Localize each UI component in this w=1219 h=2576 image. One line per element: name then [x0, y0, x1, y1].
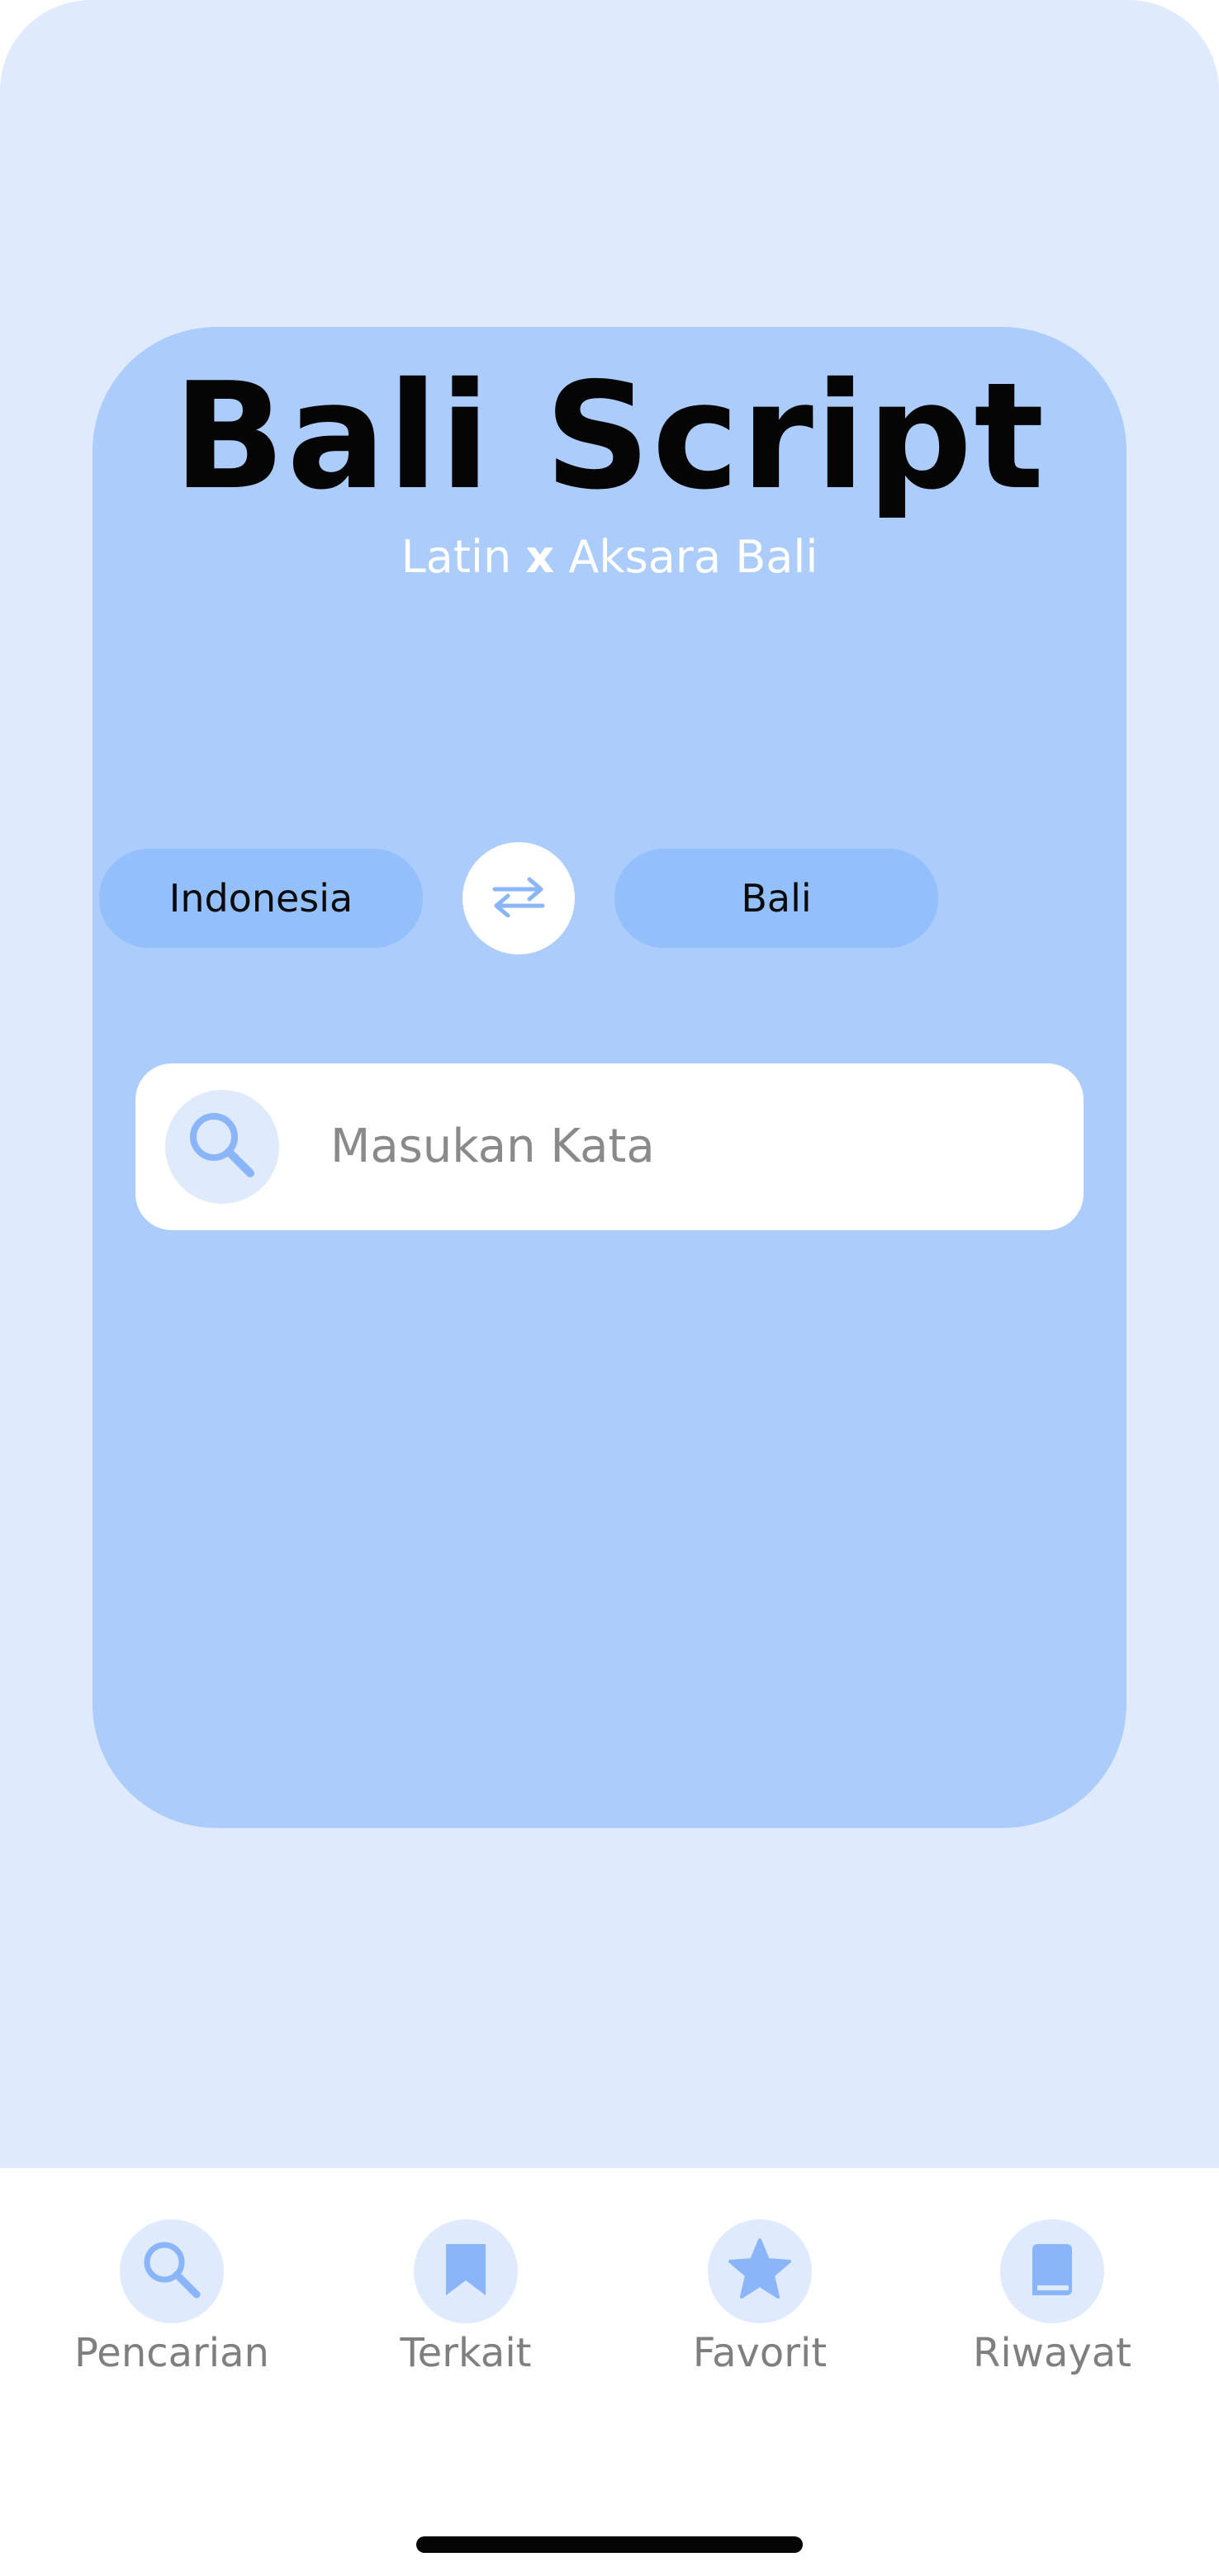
search-icon — [184, 1107, 260, 1186]
book-icon — [1027, 2241, 1077, 2302]
app-subtitle: Latin x Aksara Bali — [0, 535, 1219, 580]
nav-label-terkait: Terkait — [400, 2330, 532, 2376]
nav-item-riwayat[interactable]: Riwayat — [928, 2219, 1176, 2376]
search-icon — [139, 2237, 205, 2306]
subtitle-target: Aksara Bali — [568, 531, 818, 583]
nav-item-terkait[interactable]: Terkait — [342, 2219, 590, 2376]
search-input[interactable] — [330, 1105, 1041, 1187]
swap-arrows-icon — [490, 876, 548, 921]
home-indicator — [416, 2536, 803, 2553]
nav-label-riwayat: Riwayat — [973, 2330, 1131, 2376]
nav-label-favorit: Favorit — [692, 2330, 828, 2376]
source-language-button[interactable]: Indonesia — [99, 849, 423, 948]
nav-item-favorit[interactable]: Favorit — [636, 2219, 884, 2376]
bookmark-icon — [441, 2241, 491, 2302]
app-title: Bali Script — [173, 351, 1046, 522]
subtitle-source: Latin — [401, 531, 512, 583]
search-button[interactable] — [165, 1090, 279, 1204]
search-bar — [135, 1063, 1084, 1230]
swap-language-button[interactable] — [462, 842, 575, 954]
nav-item-pencarian[interactable]: Pencarian — [48, 2219, 296, 2376]
subtitle-separator: x — [525, 531, 555, 583]
nav-label-pencarian: Pencarian — [74, 2330, 269, 2376]
bottom-navigation: Pencarian Terkait Favorit Riwayat — [0, 2168, 1219, 2576]
target-language-button[interactable]: Bali — [614, 849, 938, 948]
star-icon — [727, 2237, 793, 2306]
